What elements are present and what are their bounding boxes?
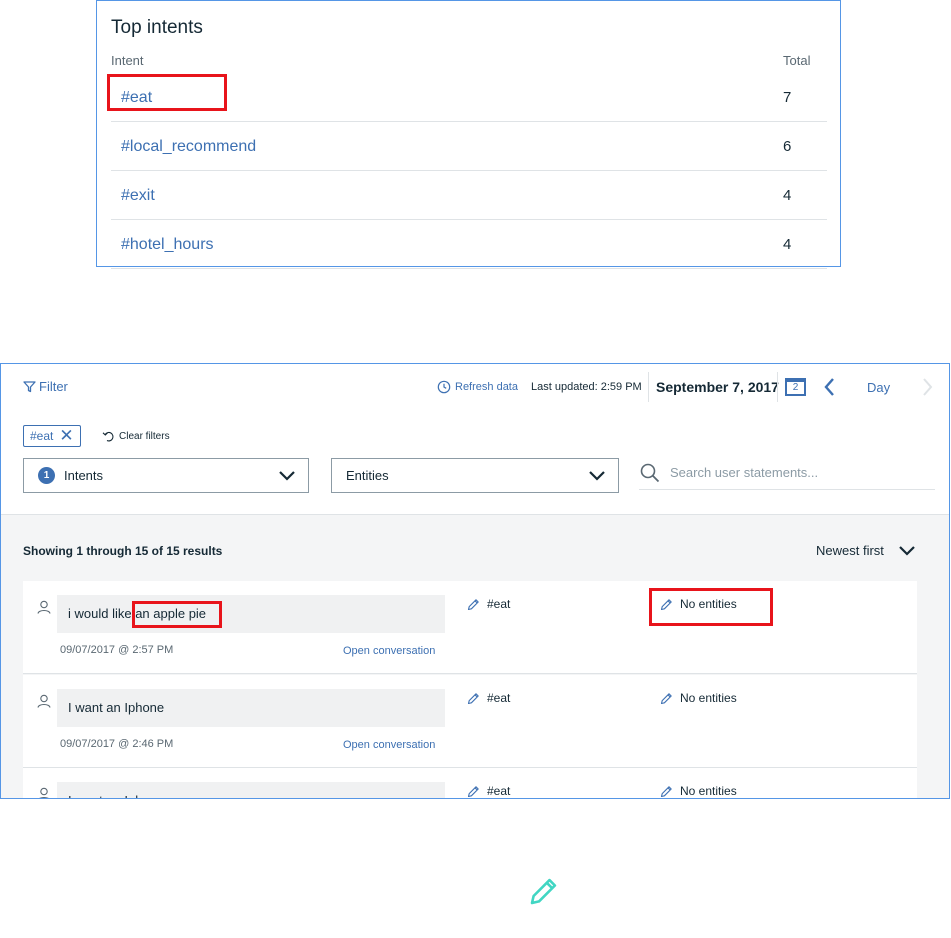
edit-entities-button[interactable]: No entities [660,597,737,611]
intents-dropdown[interactable]: 1 Intents [23,458,309,493]
pencil-icon [530,878,557,905]
divider [648,372,649,402]
intent-total: 6 [783,138,792,155]
intent-row: #eat 7 [111,73,827,122]
assigned-intent: #eat [487,691,511,705]
intent-link-exit[interactable]: #exit [121,187,155,205]
results-count: Showing 1 through 15 of 15 results [23,544,223,558]
clear-filters-button[interactable]: Clear filters [102,430,170,442]
conversation-row: i would like an apple pie 09/07/2017 @ 2… [23,581,917,674]
chevron-right-icon [923,378,933,396]
filter-button[interactable]: Filter [23,379,68,394]
undo-icon [102,431,114,442]
search-input[interactable] [670,465,920,480]
user-icon [37,694,51,708]
intent-column-header: Intent [111,53,144,68]
edit-entities-button[interactable]: No entities [660,691,737,705]
user-conversations-panel: Filter Refresh data Last updated: 2:59 P… [0,363,950,799]
conversation-row: I want an Iphone 09/07/2017 @ 2:46 PM Op… [23,675,917,768]
open-conversation-link[interactable]: Open conversation [343,645,435,657]
sort-label: Newest first [816,543,884,558]
user-icon [37,600,51,614]
calendar-icon[interactable]: 2 [785,378,806,396]
edit-intent-button[interactable]: #eat [467,691,510,705]
timestamp: 09/07/2017 @ 2:57 PM [60,644,174,656]
chevron-left-icon[interactable] [822,376,838,398]
current-date: September 7, 2017 [656,379,779,395]
chevron-down-icon [589,471,605,481]
filter-icon [23,381,36,393]
search-bar [639,456,935,490]
intent-row: #exit 4 [111,171,827,220]
pencil-icon [660,785,672,797]
clear-filters-label: Clear filters [119,430,170,442]
intent-total: 7 [783,89,792,106]
pencil-icon [467,692,479,704]
assigned-intent: #eat [487,784,511,798]
intent-total: 4 [783,236,792,253]
divider [777,372,778,402]
entities-dropdown-label: Entities [346,468,389,483]
intent-link-eat[interactable]: #eat [121,89,152,107]
user-statement: i would like an apple pie [57,595,445,633]
intent-row: #hotel_hours 4 [111,220,827,269]
refresh-label: Refresh data [455,381,518,393]
close-icon[interactable]: ✕ [59,427,73,444]
user-icon [39,787,49,798]
conversation-row: I want an Iphone #eat No entities [23,768,917,798]
results-area: Showing 1 through 15 of 15 results Newes… [1,514,949,798]
clock-icon [437,380,451,394]
intent-row: #local_recommend 6 [111,122,827,171]
last-updated-text: Last updated: 2:59 PM [531,381,642,393]
assigned-intent: #eat [487,597,511,611]
period-selector[interactable]: Day [867,380,890,395]
top-intents-card: Top intents Intent Total #eat 7 #local_r… [96,0,841,269]
entities-value: No entities [680,691,737,705]
user-statement: I want an Iphone [57,782,445,798]
active-filter-chip: #eat ✕ [23,425,81,447]
top-intents-title: Top intents [111,17,203,38]
edit-intent-button[interactable]: #eat [467,784,510,798]
search-icon [640,463,660,482]
sort-dropdown[interactable]: Newest first [816,543,916,558]
total-column-header: Total [783,53,811,68]
user-statement: I want an Iphone [57,689,445,727]
chevron-down-icon [279,471,295,481]
open-conversation-link[interactable]: Open conversation [343,739,435,751]
timestamp: 09/07/2017 @ 2:46 PM [60,738,174,750]
edit-entities-button[interactable]: No entities [660,784,737,798]
intents-dropdown-label: Intents [64,468,104,483]
filter-label: Filter [39,379,68,394]
entities-value: No entities [680,597,737,611]
edit-intent-button[interactable]: #eat [467,597,510,611]
toolbar: Filter Refresh data Last updated: 2:59 P… [1,364,949,514]
entities-dropdown[interactable]: Entities [331,458,619,493]
pencil-icon [660,598,672,610]
chevron-down-icon [899,545,915,556]
entities-value: No entities [680,784,737,798]
pencil-icon [660,692,672,704]
intents-count-badge: 1 [38,467,55,484]
intent-link-local-recommend[interactable]: #local_recommend [121,138,256,156]
intent-total: 4 [783,187,792,204]
pencil-icon [467,598,479,610]
refresh-data-button[interactable]: Refresh data [437,380,518,394]
intent-link-hotel-hours[interactable]: #hotel_hours [121,236,214,254]
chip-label: #eat [30,429,54,443]
pencil-icon [467,785,479,797]
